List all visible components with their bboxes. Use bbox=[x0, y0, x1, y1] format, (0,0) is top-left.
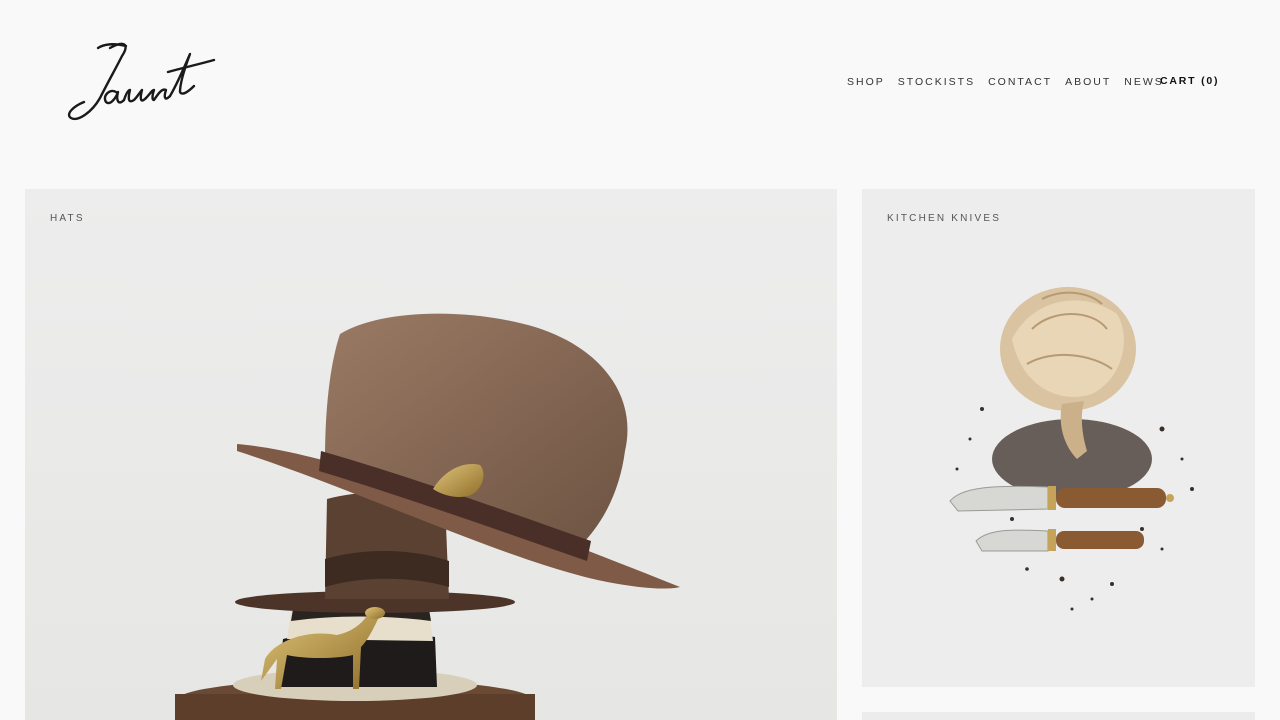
tile-label-hats: HATS bbox=[50, 213, 85, 224]
nav-item-news[interactable]: NEWS bbox=[1124, 76, 1164, 88]
category-tile-kitchen-knives[interactable]: KITCHEN KNIVES bbox=[862, 189, 1255, 687]
nav-item-about[interactable]: ABOUT bbox=[1065, 76, 1111, 88]
nav-item-stockists[interactable]: STOCKISTS bbox=[898, 76, 975, 88]
brand-logo[interactable] bbox=[64, 38, 216, 126]
category-tile-next[interactable] bbox=[862, 712, 1255, 720]
nav-item-shop[interactable]: SHOP bbox=[847, 76, 885, 88]
jaunt-script-logo-icon bbox=[67, 42, 216, 121]
category-tile-hats[interactable]: HATS bbox=[25, 189, 837, 720]
nav-item-contact[interactable]: CONTACT bbox=[988, 76, 1052, 88]
main-nav: SHOP STOCKISTS CONTACT ABOUT NEWS bbox=[847, 75, 1177, 89]
hats-stack-image bbox=[25, 189, 837, 720]
cart-link[interactable]: CART (0) bbox=[1160, 75, 1219, 87]
tile-label-kitchen-knives: KITCHEN KNIVES bbox=[887, 213, 1002, 224]
knives-mushroom-image bbox=[862, 189, 1255, 687]
